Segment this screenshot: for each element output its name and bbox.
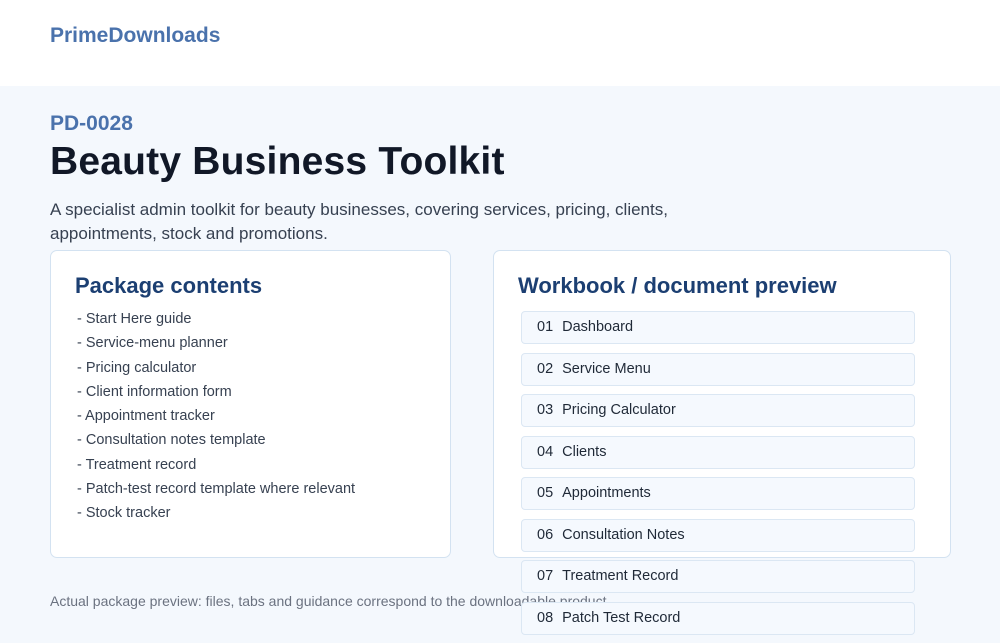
list-item: - Appointment tracker <box>77 408 215 425</box>
workbook-tab-treatment-record[interactable]: 07 Treatment Record <box>521 560 915 593</box>
list-item: - Pricing calculator <box>77 359 197 376</box>
workbook-tab-appointments[interactable]: 05 Appointments <box>521 477 915 510</box>
package-contents-list: - Start Here guide - Service-menu planne… <box>77 307 355 526</box>
tab-label: Service Menu <box>562 360 651 377</box>
tab-number: 02 <box>537 360 554 377</box>
product-code: PD-0028 <box>50 112 133 135</box>
tab-number: 07 <box>537 568 554 584</box>
tab-label: Clients <box>562 443 607 460</box>
workbook-preview-heading: Workbook / document preview <box>518 273 837 298</box>
tab-number: 03 <box>537 402 554 418</box>
workbook-tab-clients[interactable]: 04 Clients <box>521 435 915 469</box>
package-contents-heading: Package contents <box>75 273 263 298</box>
tab-number: 04 <box>537 443 554 460</box>
brand-logo-link[interactable]: PrimeDownloads <box>50 24 220 48</box>
tab-label: Treatment Record <box>562 568 679 584</box>
tab-label: Patch Test Record <box>562 609 681 626</box>
top-navigation-bar: PrimeDownloads <box>0 0 1000 86</box>
tab-number: 01 <box>537 319 554 335</box>
tab-label: Dashboard <box>562 319 634 335</box>
tab-label: Consultation Notes <box>562 526 685 543</box>
workbook-tab-dashboard[interactable]: 01 Dashboard <box>521 311 915 344</box>
list-item: - Treatment record <box>77 456 197 473</box>
list-item: - Patch-test record template where relev… <box>77 481 356 498</box>
list-item: - Start Here guide <box>77 311 192 327</box>
page-title: Beauty Business Toolkit <box>50 140 505 183</box>
workbook-tab-patch-test-record[interactable]: 08 Patch Test Record <box>521 601 915 635</box>
workbook-tab-pricing-calculator[interactable]: 03 Pricing Calculator <box>521 394 915 427</box>
package-contents-card: Package contents - Start Here guide - Se… <box>50 250 451 558</box>
workbook-tab-service-menu[interactable]: 02 Service Menu <box>521 352 915 386</box>
list-item: - Consultation notes template <box>77 432 266 449</box>
product-description: A specialist admin toolkit for beauty bu… <box>50 200 668 243</box>
tab-number: 05 <box>537 485 554 501</box>
list-item: - Client information form <box>77 383 232 400</box>
list-item: - Stock tracker <box>77 505 171 522</box>
tab-label: Appointments <box>562 485 651 501</box>
workbook-tab-consultation-notes[interactable]: 06 Consultation Notes <box>521 518 915 552</box>
tab-number: 08 <box>537 609 554 626</box>
tab-label: Pricing Calculator <box>562 402 676 418</box>
workbook-tab-list: 01 Dashboard 02 Service Menu 03 Pricing Cal… <box>521 311 915 643</box>
tab-number: 06 <box>537 526 554 543</box>
list-item: - Service-menu planner <box>77 335 228 352</box>
